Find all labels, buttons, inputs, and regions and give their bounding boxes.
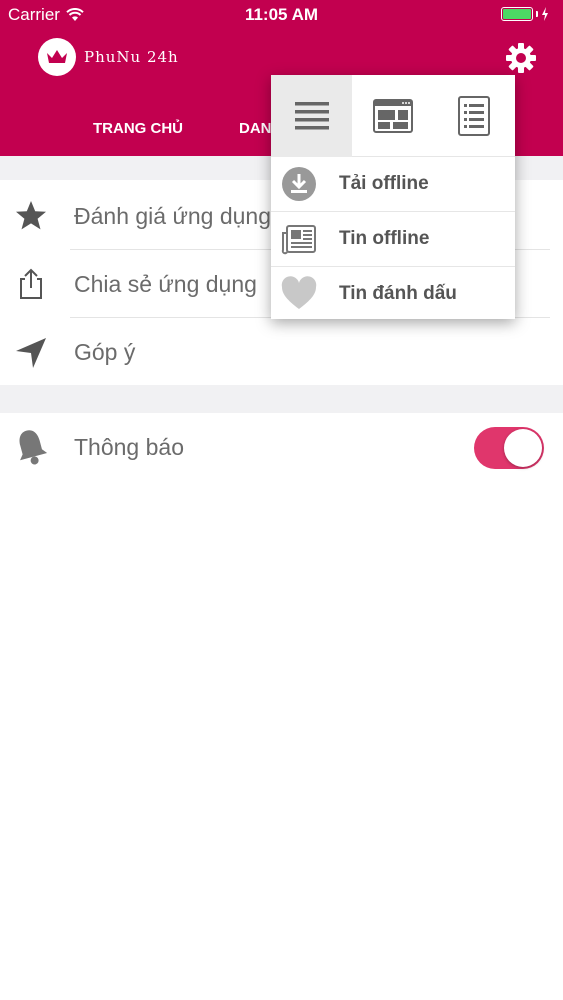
view-mode-detail[interactable] — [433, 75, 514, 157]
list-view-icon — [294, 102, 329, 130]
bell-icon — [19, 430, 48, 465]
grid-view-icon — [372, 99, 413, 133]
download-icon — [282, 167, 316, 201]
bookmarked-news-label: Tin đánh dấu — [339, 283, 457, 304]
star-icon — [16, 201, 46, 230]
tab-home[interactable]: TRANG CHỦ — [93, 120, 183, 137]
send-arrow-icon — [16, 338, 46, 368]
status-bar: Carrier 11:05 AM — [0, 0, 563, 30]
offline-news-label: Tin offline — [339, 228, 430, 249]
crown-icon — [38, 38, 76, 76]
feedback-row[interactable]: Góp ý — [0, 318, 563, 386]
section-spacer — [0, 385, 563, 413]
app-logo[interactable]: PhuNu 24h — [38, 38, 179, 76]
view-mode-bar — [271, 75, 515, 157]
feedback-label: Góp ý — [74, 338, 136, 365]
view-mode-grid[interactable] — [352, 75, 433, 157]
share-icon — [20, 268, 42, 299]
download-offline-label: Tải offline — [339, 173, 429, 194]
status-time: 11:05 AM — [244, 5, 319, 24]
battery-icon — [501, 7, 549, 21]
share-app-label: Chia sẻ ứng dụng — [74, 270, 257, 297]
brand-name: PhuNu 24h — [84, 48, 179, 66]
detail-view-icon — [457, 96, 490, 136]
notification-toggle[interactable] — [474, 427, 544, 469]
view-mode-list[interactable] — [271, 75, 352, 157]
rate-app-label: Đánh giá ứng dụng — [74, 202, 271, 229]
menu-item-offline-news[interactable]: Tin offline — [271, 212, 515, 266]
menu-item-download-offline[interactable]: Tải offline — [271, 157, 515, 211]
popup-menu: Tải offline Tin offline Tin đánh dấu — [271, 75, 515, 319]
settings-gear-icon[interactable] — [505, 42, 537, 74]
toggle-knob — [504, 429, 542, 467]
newspaper-icon — [281, 225, 316, 255]
notification-label: Thông báo — [74, 433, 184, 460]
heart-icon — [281, 276, 317, 309]
tab-danh-muc[interactable]: DAN — [239, 120, 272, 137]
menu-item-bookmarked-news[interactable]: Tin đánh dấu — [271, 267, 515, 321]
